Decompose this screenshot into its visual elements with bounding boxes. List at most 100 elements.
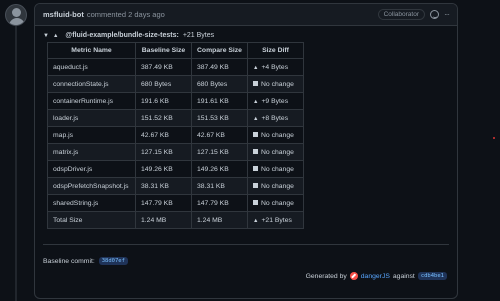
comment-body: ▼ ▲ @fluid-example/bundle-size-tests: +2…	[35, 26, 457, 271]
header-metric-name: Metric Name	[47, 42, 136, 59]
comment-timestamp[interactable]: commented 2 days ago	[87, 10, 165, 19]
cell-size-diff: No change	[247, 194, 304, 212]
table-row: loader.js 151.52 KB 151.53 KB ▲ +8 Bytes	[47, 109, 304, 127]
disclosure-triangle-icon[interactable]: ▼	[43, 33, 49, 39]
cell-size-diff: No change	[247, 75, 304, 93]
package-name: @fluid-example/bundle-size-tests:	[65, 32, 179, 39]
table-row: map.js 42.67 KB 42.67 KB No change	[47, 126, 304, 144]
increase-arrow-icon: ▲	[52, 32, 59, 39]
table-header-row: Metric Name Baseline Size Compare Size S…	[47, 42, 304, 59]
table-row: Total Size 1.24 MB 1.24 MB ▲ +21 Bytes	[47, 211, 304, 229]
no-change-square-icon	[253, 80, 258, 86]
cell-compare-size: 191.61 KB	[191, 92, 248, 110]
cell-size-diff: No change	[247, 177, 304, 195]
header-size-diff: Size Diff	[247, 42, 304, 59]
comment-header: msfluid-bot commented 2 days ago Collabo…	[35, 4, 457, 26]
against-label: against	[392, 272, 415, 280]
cell-compare-size: 151.53 KB	[191, 109, 248, 127]
table-row: odspDriver.js 149.26 KB 149.26 KB No change	[47, 160, 304, 178]
against-sha-link[interactable]: cdb4be1	[417, 272, 447, 280]
cell-metric-name: sharedString.js	[47, 194, 136, 212]
cell-baseline-size: 147.79 KB	[135, 194, 192, 212]
baseline-sha-link[interactable]: 38d07ef	[98, 257, 128, 265]
table-row: matrix.js 127.15 KB 127.15 KB No change	[47, 143, 304, 161]
cell-baseline-size: 387.49 KB	[135, 58, 192, 76]
cell-size-diff: ▲ +8 Bytes	[247, 109, 304, 127]
collaborator-badge: Collaborator	[377, 9, 425, 20]
cell-baseline-size: 42.67 KB	[135, 126, 192, 144]
dangerjs-link[interactable]: dangerJS	[361, 273, 390, 280]
cell-metric-name: Total Size	[47, 211, 136, 229]
marker-dot	[493, 137, 495, 139]
package-delta: +21 Bytes	[182, 32, 215, 39]
timeline-line	[15, 26, 17, 301]
table-row: connectionState.js 680 Bytes 680 Bytes No c…	[47, 75, 304, 93]
size-diff-text: No change	[261, 80, 294, 88]
cell-baseline-size: 1.24 MB	[135, 211, 192, 229]
cell-compare-size: 147.79 KB	[191, 194, 248, 212]
cell-size-diff: No change	[247, 143, 304, 161]
table-row: aqueduct.js 387.49 KB 387.49 KB ▲ +4 Bytes	[47, 58, 304, 76]
size-diff-text: +9 Bytes	[261, 97, 289, 105]
cell-baseline-size: 149.26 KB	[135, 160, 192, 178]
cell-metric-name: odspPrefetchSnapshot.js	[47, 177, 136, 195]
cell-metric-name: loader.js	[47, 109, 136, 127]
cell-metric-name: containerRuntime.js	[47, 92, 136, 110]
table-row: containerRuntime.js 191.6 KB 191.61 KB ▲ +9 …	[47, 92, 304, 110]
size-diff-text: +4 Bytes	[261, 63, 289, 71]
cell-metric-name: map.js	[47, 126, 136, 144]
header-compare-size: Compare Size	[191, 42, 248, 59]
cell-size-diff: ▲ +4 Bytes	[247, 58, 304, 76]
size-diff-text: No change	[261, 199, 294, 207]
bot-avatar[interactable]	[5, 4, 27, 26]
cell-baseline-size: 127.15 KB	[135, 143, 192, 161]
add-reaction-icon[interactable]	[430, 10, 439, 19]
baseline-commit: Baseline commit: 38d07ef	[43, 257, 449, 265]
cell-baseline-size: 191.6 KB	[135, 92, 192, 110]
increase-arrow-icon: ▲	[253, 64, 259, 71]
no-change-square-icon	[253, 199, 258, 205]
baseline-label: Baseline commit:	[43, 257, 95, 265]
cell-compare-size: 680 Bytes	[191, 75, 248, 93]
cell-size-diff: ▲ +21 Bytes	[247, 211, 304, 229]
cell-size-diff: No change	[247, 126, 304, 144]
cell-compare-size: 387.49 KB	[191, 58, 248, 76]
generated-by-label: Generated by	[305, 272, 347, 280]
size-diff-text: No change	[261, 165, 294, 173]
cell-metric-name: matrix.js	[47, 143, 136, 161]
cell-size-diff: ▲ +9 Bytes	[247, 92, 304, 110]
size-diff-text: No change	[261, 182, 294, 190]
danger-logo-icon	[349, 272, 358, 280]
no-change-square-icon	[253, 148, 258, 154]
increase-arrow-icon: ▲	[253, 98, 259, 105]
no-change-square-icon	[253, 165, 258, 171]
size-diff-text: No change	[261, 148, 294, 156]
comment-author-link[interactable]: msfluid-bot	[43, 10, 84, 19]
header-baseline-size: Baseline Size	[135, 42, 192, 59]
cell-compare-size: 127.15 KB	[191, 143, 248, 161]
divider	[43, 244, 449, 245]
size-diff-text: +21 Bytes	[261, 216, 292, 224]
cell-baseline-size: 680 Bytes	[135, 75, 192, 93]
no-change-square-icon	[253, 182, 258, 188]
cell-compare-size: 149.26 KB	[191, 160, 248, 178]
kebab-menu-icon[interactable]: ···	[444, 10, 450, 19]
size-diff-text: No change	[261, 131, 294, 139]
cell-compare-size: 1.24 MB	[191, 211, 248, 229]
cell-compare-size: 42.67 KB	[191, 126, 248, 144]
cell-baseline-size: 38.31 KB	[135, 177, 192, 195]
table-row: sharedString.js 147.79 KB 147.79 KB No chan…	[47, 194, 304, 212]
cell-metric-name: connectionState.js	[47, 75, 136, 93]
cell-compare-size: 38.31 KB	[191, 177, 248, 195]
header-actions: Collaborator ···	[377, 9, 450, 20]
cell-baseline-size: 151.52 KB	[135, 109, 192, 127]
table-row: odspPrefetchSnapshot.js 38.31 KB 38.31 KB N…	[47, 177, 304, 195]
cell-size-diff: No change	[247, 160, 304, 178]
cell-metric-name: aqueduct.js	[47, 58, 136, 76]
cell-metric-name: odspDriver.js	[47, 160, 136, 178]
increase-arrow-icon: ▲	[253, 115, 259, 122]
bundle-size-table: Metric Name Baseline Size Compare Size S…	[47, 42, 304, 229]
increase-arrow-icon: ▲	[253, 217, 259, 224]
size-diff-text: +8 Bytes	[261, 114, 289, 122]
details-summary[interactable]: ▼ ▲ @fluid-example/bundle-size-tests: +2…	[43, 32, 449, 39]
